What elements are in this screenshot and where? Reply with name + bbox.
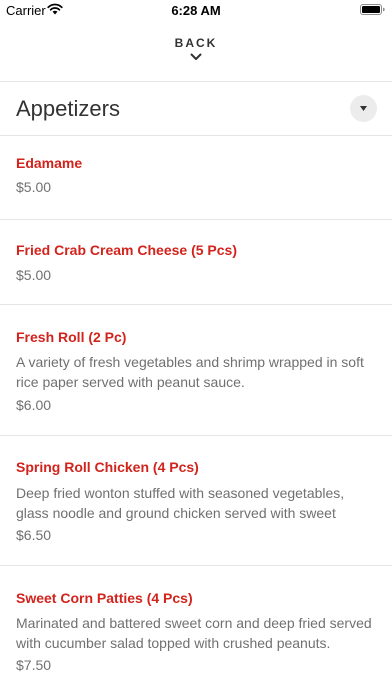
item-name: Sweet Corn Patties (4 Pcs) <box>16 590 193 606</box>
item-name: Edamame <box>16 155 83 171</box>
caret-down-icon <box>360 106 367 111</box>
item-description: Deep fried wonton stuffed with seasoned … <box>16 485 345 521</box>
item-name: Spring Roll Chicken (4 Pcs) <box>16 459 199 475</box>
item-name: Fresh Roll (2 Pc) <box>16 329 127 345</box>
menu-item-sweet-corn-patties[interactable]: Sweet Corn Patties (4 Pcs) Marinated and… <box>0 566 392 696</box>
item-price: $6.50 <box>16 527 52 543</box>
menu-item-fresh-roll[interactable]: Fresh Roll (2 Pc) A variety of fresh veg… <box>0 305 392 436</box>
menu-item-edamame[interactable]: Edamame $5.00 <box>0 136 392 220</box>
item-price: $7.50 <box>16 657 52 673</box>
section-toggle-button[interactable] <box>350 95 377 122</box>
chevron-down-icon <box>190 53 202 60</box>
back-button[interactable]: BACK <box>0 36 392 72</box>
menu-item-fried-crab-cream-cheese[interactable]: Fried Crab Cream Cheese (5 Pcs) $5.00 <box>0 220 392 305</box>
status-time: 6:28 AM <box>171 3 221 18</box>
battery-icon <box>360 4 385 15</box>
back-label: BACK <box>174 36 218 50</box>
item-name: Fried Crab Cream Cheese (5 Pcs) <box>16 242 237 258</box>
item-description: Marinated and battered sweet corn and de… <box>16 615 372 651</box>
menu-item-spring-roll-chicken[interactable]: Spring Roll Chicken (4 Pcs) Deep fried w… <box>0 436 392 566</box>
item-description: A variety of fresh vegetables and shrimp… <box>16 354 364 390</box>
item-price: $5.00 <box>16 267 52 283</box>
item-price: $5.00 <box>16 179 52 195</box>
status-bar: Carrier 6:28 AM <box>0 0 392 20</box>
item-price: $6.00 <box>16 397 52 413</box>
section-title: Appetizers <box>16 96 120 121</box>
section-header: Appetizers <box>0 82 392 136</box>
